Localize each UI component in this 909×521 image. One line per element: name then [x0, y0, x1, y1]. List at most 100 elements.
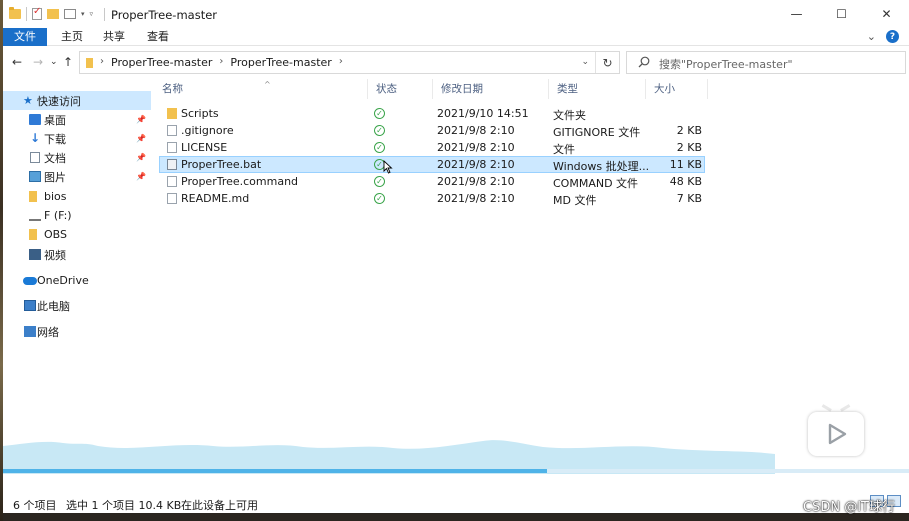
pin-icon[interactable]: 📌: [136, 153, 146, 162]
sync-status-icon: ✓: [374, 176, 385, 187]
sidebar-item-pictures[interactable]: 图片 📌: [3, 167, 151, 186]
maximize-button[interactable]: ☐: [819, 0, 864, 28]
sidebar-item-obs[interactable]: OBS: [3, 225, 151, 244]
file-type: COMMAND 文件: [553, 177, 639, 190]
sidebar-item-downloads[interactable]: ↓ 下载 📌: [3, 129, 151, 148]
column-header-name[interactable]: ^ 名称: [154, 79, 368, 99]
sidebar-item-documents[interactable]: 文档 📌: [3, 148, 151, 167]
sort-ascending-icon: ^: [264, 80, 271, 89]
search-placeholder: 搜索"ProperTree-master": [659, 58, 793, 71]
sidebar-item-videos[interactable]: 视频: [3, 245, 151, 264]
file-name: README.md: [181, 192, 250, 205]
file-explorer-window: ▾ ▿ ProperTree-master — ☐ ✕ 文件 主页 共享 查看 …: [3, 0, 909, 513]
sidebar-item-desktop[interactable]: 桌面 📌: [3, 110, 151, 129]
sidebar-item-quick-access[interactable]: ★ 快速访问: [3, 91, 151, 110]
item-count: 6 个项目: [13, 499, 57, 512]
refresh-button[interactable]: ↻: [595, 52, 619, 73]
file-row-propertree-command[interactable]: ProperTree.command ✓ 2021/9/8 2:10 COMMA…: [159, 173, 705, 190]
file-size: 48 KB: [669, 175, 702, 188]
file-row-gitignore[interactable]: .gitignore ✓ 2021/9/8 2:10 GITIGNORE 文件 …: [159, 122, 705, 139]
tab-share[interactable]: 共享: [93, 28, 135, 46]
chevron-down-icon[interactable]: ▾: [81, 10, 85, 18]
minimize-button[interactable]: —: [774, 0, 819, 28]
document-icon: [30, 152, 40, 163]
window-title: ProperTree-master: [111, 8, 218, 22]
file-name: ProperTree.bat: [181, 158, 262, 171]
breadcrumb-item[interactable]: ProperTree-master: [230, 56, 331, 69]
tab-view[interactable]: 查看: [137, 28, 179, 46]
customize-toolbar-icon[interactable]: ▿: [90, 10, 94, 18]
tab-file[interactable]: 文件: [3, 28, 47, 46]
file-icon: [167, 176, 177, 187]
file-icon: [167, 142, 177, 153]
file-row-scripts[interactable]: Scripts ✓ 2021/9/10 14:51 文件夹: [159, 105, 705, 122]
column-header-size[interactable]: 大小: [646, 79, 708, 99]
breadcrumb: › ProperTree-master › ProperTree-master …: [100, 56, 343, 69]
properties-icon[interactable]: [32, 6, 42, 20]
breadcrumb-item[interactable]: ProperTree-master: [111, 56, 212, 69]
forward-button[interactable]: →: [33, 55, 43, 69]
sync-status-icon: ✓: [374, 108, 385, 119]
file-type: MD 文件: [553, 194, 597, 207]
file-row-readme[interactable]: README.md ✓ 2021/9/8 2:10 MD 文件 7 KB: [159, 190, 705, 207]
breadcrumb-separator: ›: [338, 56, 343, 67]
sidebar-item-label: 网络: [37, 325, 59, 339]
download-icon: ↓: [30, 131, 41, 145]
video-progress-fill: [3, 469, 547, 473]
sidebar-item-label: 此电脑: [37, 299, 70, 313]
file-date: 2021/9/8 2:10: [437, 175, 515, 188]
file-icon: [167, 125, 177, 136]
mouse-cursor-icon: [383, 160, 393, 174]
sidebar-item-this-pc[interactable]: 此电脑: [3, 296, 151, 315]
sync-status-icon: ✓: [374, 193, 385, 204]
sidebar-item-label: 下载: [44, 132, 66, 146]
pin-icon[interactable]: 📌: [136, 115, 146, 124]
network-icon: [24, 326, 36, 337]
sidebar-item-bios[interactable]: bios: [3, 187, 151, 206]
file-date: 2021/9/8 2:10: [437, 141, 515, 154]
sidebar-item-onedrive[interactable]: OneDrive: [3, 271, 151, 290]
pin-icon[interactable]: 📌: [136, 172, 146, 181]
file-size: 7 KB: [676, 192, 702, 205]
folder-icon: [29, 191, 37, 202]
column-header-date[interactable]: 修改日期: [433, 79, 549, 99]
desktop-icon: [29, 114, 41, 125]
sidebar-item-label: 快速访问: [37, 94, 81, 108]
search-input[interactable]: 搜索"ProperTree-master": [626, 51, 906, 74]
onedrive-icon: [23, 276, 37, 285]
sidebar-item-label: 图片: [44, 170, 66, 184]
close-button[interactable]: ✕: [864, 0, 909, 28]
file-name: .gitignore: [181, 124, 234, 137]
help-icon[interactable]: ?: [886, 30, 899, 43]
sync-status-icon: ✓: [374, 125, 385, 136]
back-button[interactable]: ←: [12, 55, 22, 69]
folder-icon: [86, 58, 93, 68]
pictures-icon: [29, 171, 41, 182]
address-dropdown-icon[interactable]: ⌄: [581, 57, 589, 67]
recent-locations-button[interactable]: ⌄: [50, 57, 58, 67]
view-icon[interactable]: [64, 9, 76, 19]
sidebar-item-label: OneDrive: [37, 274, 89, 287]
file-row-license[interactable]: LICENSE ✓ 2021/9/8 2:10 文件 2 KB: [159, 139, 705, 156]
file-name: Scripts: [181, 107, 219, 120]
new-folder-icon[interactable]: [47, 9, 59, 19]
column-header-status[interactable]: 状态: [368, 79, 433, 99]
file-name: LICENSE: [181, 141, 228, 154]
file-size: 2 KB: [676, 124, 702, 137]
up-button[interactable]: ↑: [63, 55, 73, 69]
sidebar-item-network[interactable]: 网络: [3, 322, 151, 341]
tab-home[interactable]: 主页: [51, 28, 93, 46]
play-button[interactable]: [808, 404, 864, 456]
title-divider: [104, 8, 105, 21]
file-row-propertree-bat[interactable]: ProperTree.bat ✓ 2021/9/8 2:10 Windows 批…: [159, 156, 705, 173]
computer-icon: [24, 300, 36, 311]
pin-icon[interactable]: 📌: [136, 134, 146, 143]
column-header-type[interactable]: 类型: [549, 79, 646, 99]
column-headers: ^ 名称 状态 修改日期 类型 大小: [151, 79, 909, 99]
address-bar[interactable]: › ProperTree-master › ProperTree-master …: [79, 51, 620, 74]
expand-ribbon-icon[interactable]: ⌄: [867, 30, 876, 43]
sidebar-item-label: 视频: [44, 248, 66, 262]
navigation-pane: ★ 快速访问 桌面 📌 ↓ 下载 📌 文档 📌 图片 📌 bios F (F:)…: [3, 79, 151, 489]
sidebar-item-drive-f[interactable]: F (F:): [3, 206, 151, 225]
play-button-body: [808, 412, 864, 456]
